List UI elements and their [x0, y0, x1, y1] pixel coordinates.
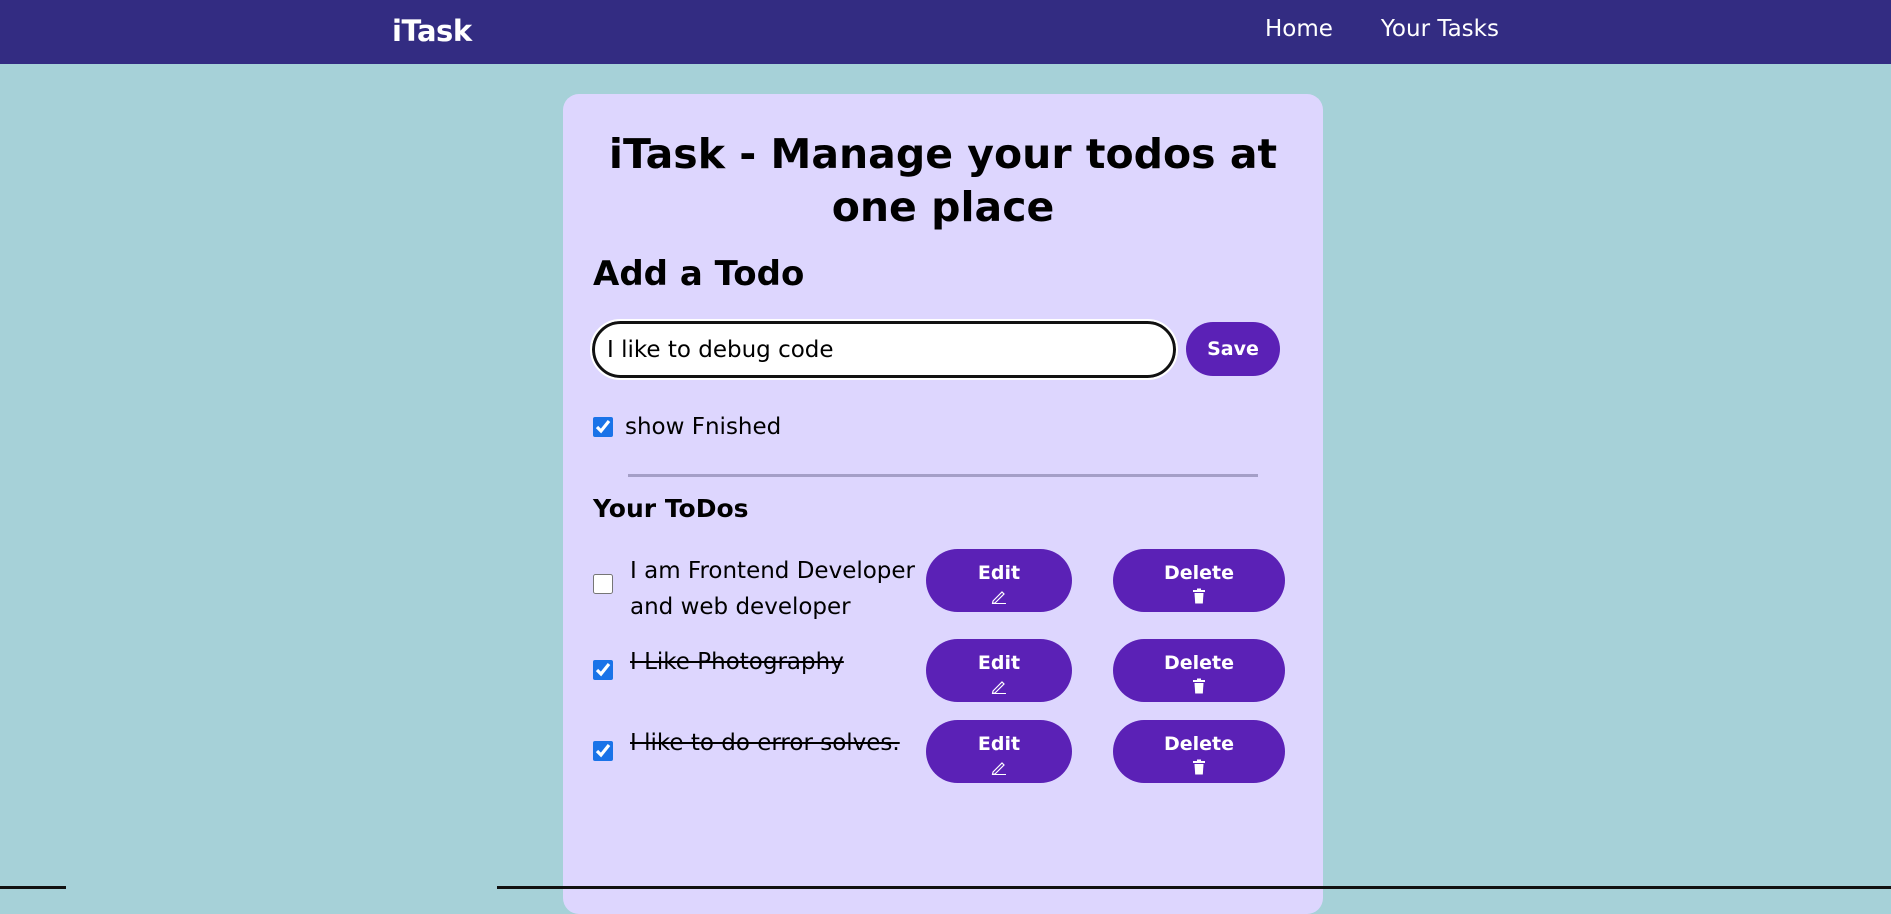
navbar: iTask Home Your Tasks	[0, 0, 1891, 64]
pencil-icon	[932, 587, 1066, 609]
edit-button-label: Edit	[977, 732, 1021, 755]
todo-text: I am Frontend Developer and web develope…	[630, 558, 916, 620]
edit-button[interactable]: Edit	[926, 720, 1072, 783]
add-todo-heading: Add a Todo	[593, 254, 805, 294]
save-button[interactable]: Save	[1186, 322, 1280, 376]
trash-icon	[1119, 758, 1279, 780]
todo-text: I Like Photography	[630, 649, 844, 675]
todo-checkbox[interactable]	[593, 741, 613, 761]
pencil-icon	[932, 758, 1066, 780]
edit-button[interactable]: Edit	[926, 549, 1072, 612]
brand-logo[interactable]: iTask	[392, 14, 472, 48]
delete-button-label: Delete	[1163, 732, 1235, 755]
edit-button-label: Edit	[977, 651, 1021, 674]
show-finished-toggle[interactable]: show Fnished	[593, 414, 781, 440]
todo-card: iTask - Manage your todos at one place A…	[563, 94, 1323, 914]
todo-checkbox[interactable]	[593, 574, 613, 594]
delete-button-label: Delete	[1163, 561, 1235, 584]
delete-button[interactable]: Delete	[1113, 549, 1285, 612]
divider	[628, 474, 1258, 477]
edit-button-label: Edit	[977, 561, 1021, 584]
todo-text: I like to do error solves.	[630, 730, 900, 756]
trash-icon	[1119, 587, 1279, 609]
edit-button[interactable]: Edit	[926, 639, 1072, 702]
pencil-icon	[932, 677, 1066, 699]
nav-links: Home Your Tasks	[1265, 16, 1499, 42]
nav-link-your-tasks[interactable]: Your Tasks	[1381, 16, 1499, 42]
show-finished-checkbox[interactable]	[593, 417, 613, 437]
nav-link-home[interactable]: Home	[1265, 16, 1333, 42]
todo-input[interactable]	[590, 319, 1178, 380]
delete-button[interactable]: Delete	[1113, 720, 1285, 783]
trash-icon	[1119, 677, 1279, 699]
page-title: iTask - Manage your todos at one place	[608, 130, 1278, 231]
delete-button-label: Delete	[1163, 651, 1235, 674]
delete-button[interactable]: Delete	[1113, 639, 1285, 702]
show-finished-label: show Fnished	[625, 414, 782, 440]
your-todos-heading: Your ToDos	[593, 494, 749, 523]
todo-checkbox[interactable]	[593, 660, 613, 680]
